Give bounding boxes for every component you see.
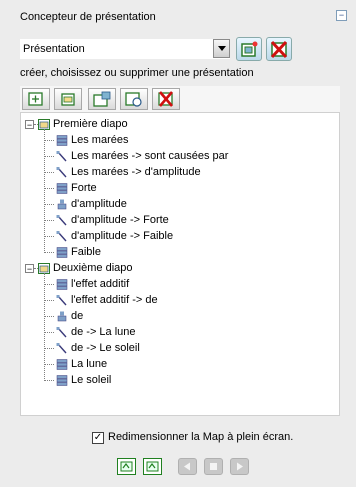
collapse-button[interactable]: − bbox=[336, 10, 347, 21]
tree-connector bbox=[44, 156, 54, 157]
tree-item[interactable]: de -> Le soleil bbox=[71, 341, 140, 356]
tree-item[interactable]: Les marées bbox=[71, 133, 128, 148]
tree-item[interactable]: l'effet additif bbox=[71, 277, 129, 292]
add-slide-button[interactable] bbox=[22, 88, 50, 110]
delete-presentation-icon bbox=[270, 40, 288, 59]
delete-slide-button[interactable] bbox=[152, 88, 180, 110]
concept-icon bbox=[56, 247, 68, 258]
new-presentation-button[interactable] bbox=[236, 37, 262, 61]
collapse-slide-expander[interactable]: − bbox=[25, 120, 34, 130]
tree-item[interactable]: l'effet additif -> de bbox=[71, 293, 158, 308]
slide-label[interactable]: Première diapo bbox=[53, 117, 128, 132]
tree-item[interactable]: Forte bbox=[71, 181, 97, 196]
tree-item[interactable]: Les marées -> d'amplitude bbox=[71, 165, 201, 180]
tree-item[interactable]: d'amplitude -> Forte bbox=[71, 213, 169, 228]
tree-item[interactable]: La lune bbox=[71, 357, 107, 372]
link-icon bbox=[56, 343, 67, 354]
presentation-designer-panel: Concepteur de présentation − Présentatio… bbox=[10, 4, 350, 482]
refresh-slide-icon bbox=[125, 92, 142, 107]
delete-presentation-button[interactable] bbox=[266, 37, 292, 61]
refresh-slide-button[interactable] bbox=[120, 88, 148, 110]
tree-item[interactable]: de bbox=[71, 309, 83, 324]
tree-connector bbox=[44, 204, 54, 205]
slide-toolbar bbox=[20, 86, 340, 112]
edit-slide-button[interactable] bbox=[88, 88, 116, 110]
concept-icon bbox=[56, 135, 68, 146]
tree-item[interactable]: d'amplitude -> Faible bbox=[71, 229, 173, 244]
edit-slide-icon bbox=[93, 91, 111, 107]
tree-item[interactable]: Les marées -> sont causées par bbox=[71, 149, 228, 164]
concept-icon bbox=[56, 359, 68, 370]
tree-connector bbox=[44, 129, 45, 253]
delete-slide-icon bbox=[158, 91, 173, 107]
tree-connector bbox=[44, 236, 54, 237]
stop-button[interactable] bbox=[204, 458, 223, 475]
previous-slide-button[interactable] bbox=[178, 458, 197, 475]
collapse-slide-expander[interactable]: − bbox=[25, 264, 34, 274]
add-item-icon bbox=[61, 93, 75, 106]
presentation-hint: créer, choisissez ou supprimer une prése… bbox=[20, 67, 254, 79]
tree-connector bbox=[44, 220, 54, 221]
tree-connector bbox=[44, 252, 54, 253]
add-item-button[interactable] bbox=[54, 88, 82, 110]
tree-connector bbox=[44, 188, 54, 189]
tree-item[interactable]: Faible bbox=[71, 245, 101, 260]
tree-item[interactable]: de -> La lune bbox=[71, 325, 136, 340]
presentation-selector-row: Présentation bbox=[20, 37, 350, 61]
next-slide-button[interactable] bbox=[230, 458, 249, 475]
tree-connector bbox=[44, 284, 54, 285]
link-icon bbox=[56, 151, 67, 162]
next-arrow-icon bbox=[237, 462, 243, 471]
tree-connector bbox=[44, 380, 54, 381]
show-map-icon bbox=[120, 461, 133, 472]
show-map-button[interactable] bbox=[117, 458, 136, 475]
slides-tree[interactable]: − Première diapo Les marées Les marées -> s… bbox=[20, 112, 340, 416]
tree-connector bbox=[44, 172, 54, 173]
tree-connector bbox=[44, 300, 54, 301]
tree-item[interactable]: d'amplitude bbox=[71, 197, 127, 212]
tree-item[interactable]: Le soleil bbox=[71, 373, 111, 388]
fullscreen-resize-label: Redimensionner la Map à plein écran. bbox=[108, 431, 294, 443]
link-icon bbox=[56, 327, 67, 338]
tree-connector bbox=[44, 348, 54, 349]
tree-connector bbox=[44, 273, 45, 381]
chevron-down-icon[interactable] bbox=[213, 39, 230, 58]
linking-phrase-icon bbox=[57, 311, 67, 322]
refresh-map-icon bbox=[146, 461, 159, 472]
refresh-map-button[interactable] bbox=[143, 458, 162, 475]
link-icon bbox=[56, 231, 67, 242]
panel-title: Concepteur de présentation bbox=[20, 11, 156, 23]
add-slide-icon bbox=[28, 92, 43, 106]
previous-arrow-icon bbox=[184, 462, 190, 471]
tree-connector bbox=[44, 364, 54, 365]
link-icon bbox=[56, 167, 67, 178]
concept-icon bbox=[56, 375, 68, 386]
presentation-select[interactable]: Présentation bbox=[20, 39, 230, 59]
tree-connector bbox=[44, 316, 54, 317]
presentation-select-value: Présentation bbox=[23, 43, 85, 55]
concept-icon bbox=[56, 279, 68, 290]
fullscreen-resize-checkbox[interactable]: ✓ bbox=[92, 432, 104, 444]
new-presentation-icon bbox=[241, 41, 258, 57]
link-icon bbox=[56, 295, 67, 306]
slide-label[interactable]: Deuxième diapo bbox=[53, 261, 133, 276]
concept-icon bbox=[56, 183, 68, 194]
stop-icon bbox=[210, 463, 217, 470]
panel-header: Concepteur de présentation − bbox=[10, 4, 350, 28]
linking-phrase-icon bbox=[57, 199, 67, 210]
tree-connector bbox=[44, 140, 54, 141]
tree-connector bbox=[44, 332, 54, 333]
link-icon bbox=[56, 215, 67, 226]
